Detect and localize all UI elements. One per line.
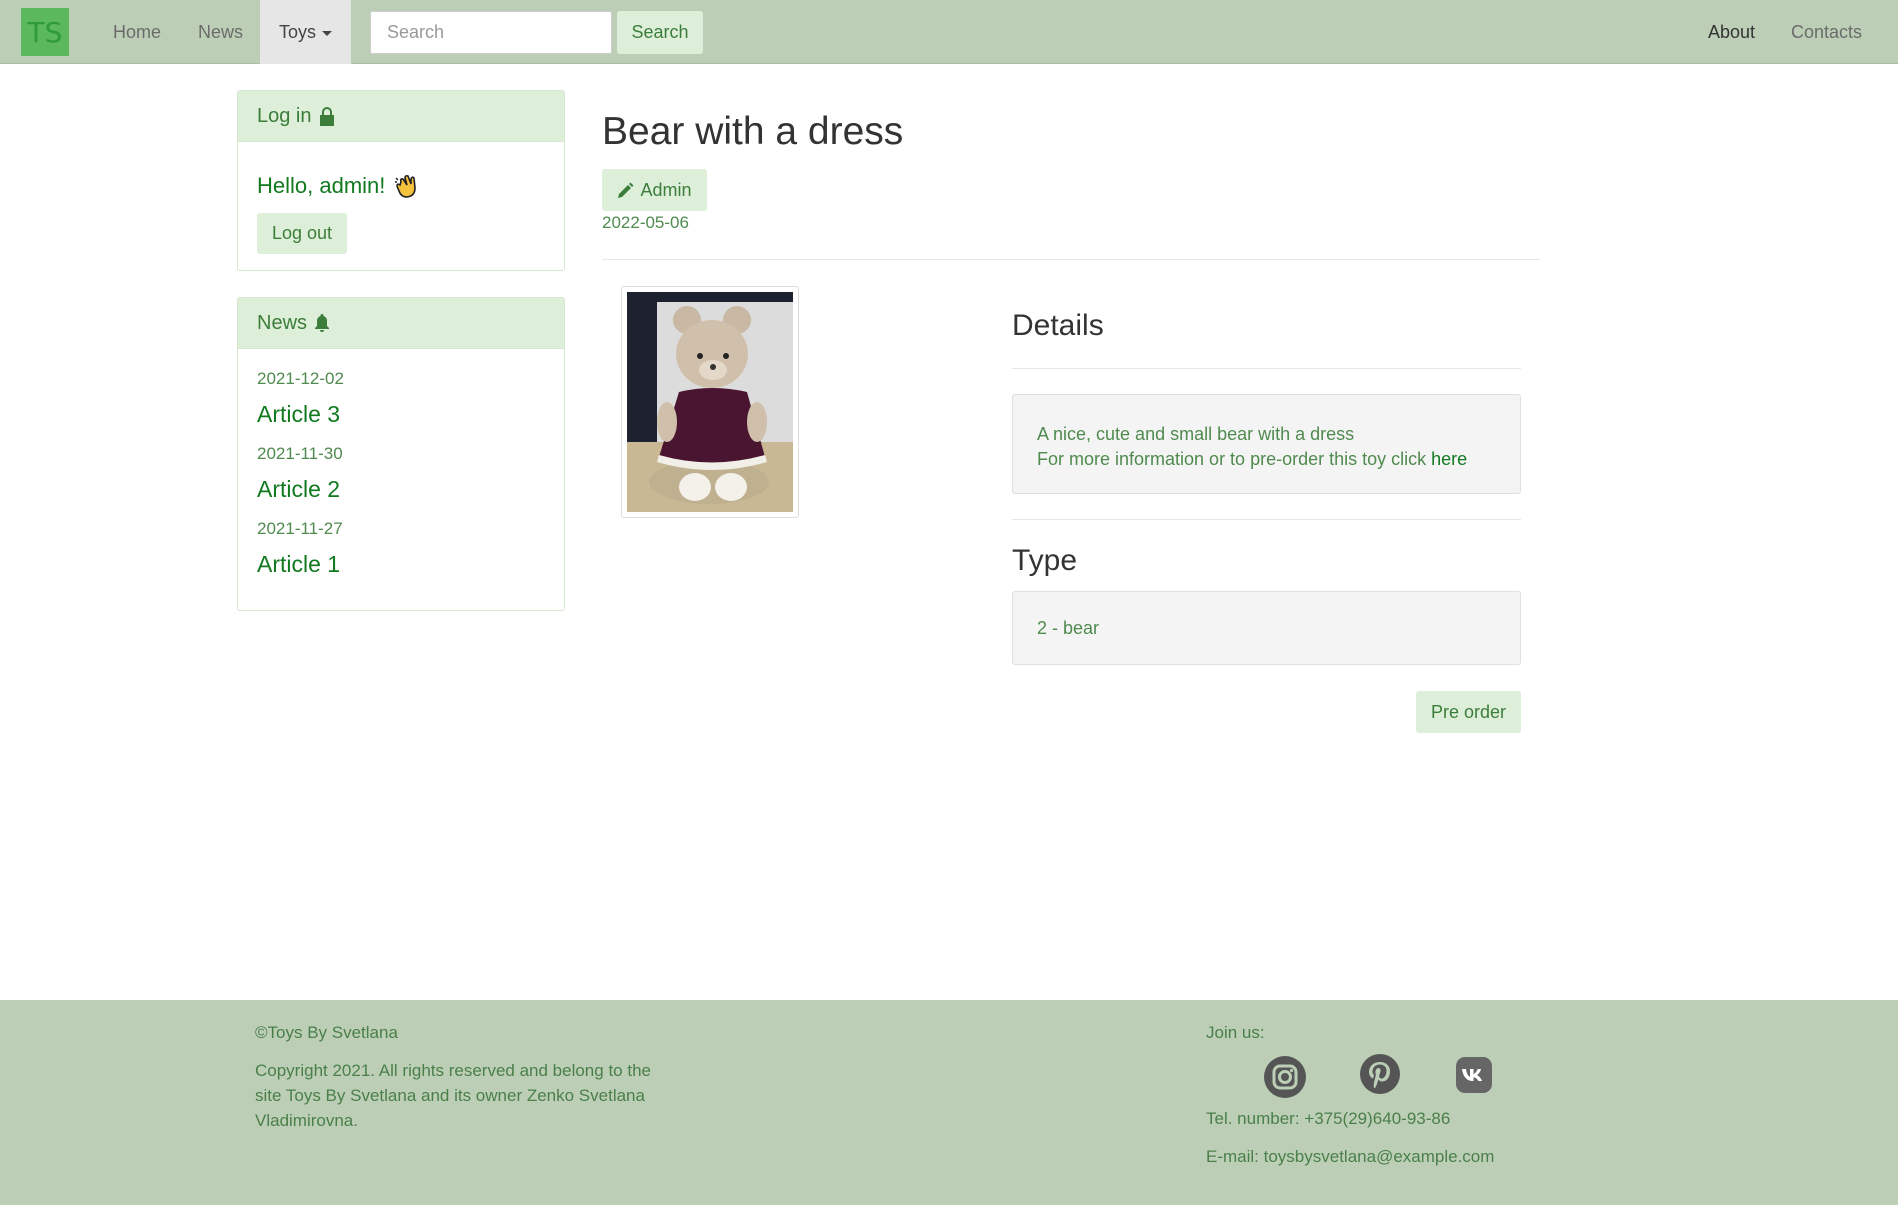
news-date: 2021-11-30: [257, 444, 343, 463]
admin-button[interactable]: Admin: [602, 169, 707, 211]
lock-icon: [319, 107, 334, 126]
nav-about-link[interactable]: About: [1708, 0, 1755, 64]
description-text: For more information or to pre-order thi…: [1037, 449, 1427, 469]
vk-icon[interactable]: [1456, 1057, 1492, 1093]
footer-email[interactable]: E-mail: toysbysvetlana@example.com: [1206, 1144, 1494, 1169]
preorder-button[interactable]: Pre order: [1416, 691, 1521, 733]
search-input[interactable]: [370, 11, 612, 54]
caret-down-icon: [322, 30, 333, 36]
news-date: 2021-11-27: [257, 519, 343, 538]
details-heading: Details: [1012, 309, 1104, 342]
description-box: A nice, cute and small bear with a dress…: [1012, 394, 1521, 494]
nav-toys-dropdown[interactable]: Toys: [260, 0, 351, 64]
nav-toys-label: Toys: [279, 22, 317, 42]
news-panel-header: News: [238, 298, 564, 349]
login-panel: Log in Hello, admin! Log out: [237, 90, 565, 271]
divider: [1012, 368, 1521, 369]
description-line-1: A nice, cute and small bear with a dress: [1037, 424, 1355, 444]
nav-contacts-link[interactable]: Contacts: [1791, 0, 1862, 64]
copyright-line: Copyright 2021. All rights reserved and …: [255, 1061, 651, 1080]
admin-button-label: Admin: [640, 179, 692, 200]
footer-tel: Tel. number: +375(29)640-93-86: [1206, 1109, 1451, 1128]
search-button[interactable]: Search: [617, 11, 703, 54]
footer-join-us: Join us:: [1206, 1023, 1265, 1042]
type-box: 2 - bear: [1012, 591, 1521, 665]
footer-copyright-text: Copyright 2021. All rights reserved and …: [255, 1058, 651, 1133]
divider: [1012, 519, 1521, 520]
toy-title: Bear with a dress: [602, 110, 904, 153]
toy-thumbnail[interactable]: [621, 286, 799, 518]
news-article-link[interactable]: Article 3: [257, 401, 545, 431]
nav-news-link[interactable]: News: [198, 0, 243, 64]
greeting-text: Hello, admin!: [257, 172, 545, 200]
news-panel-title: News: [257, 311, 308, 334]
type-heading: Type: [1012, 544, 1078, 577]
toy-date: 2022-05-06: [602, 213, 689, 232]
instagram-icon[interactable]: [1263, 1055, 1307, 1099]
toy-photo: [627, 292, 797, 512]
login-panel-title: Log in: [257, 104, 312, 127]
site-logo[interactable]: TS: [21, 8, 69, 56]
nav-home-link[interactable]: Home: [113, 0, 161, 64]
type-value: 2 - bear: [1037, 617, 1100, 638]
top-navbar: TS Home News Toys Search About Contacts: [0, 0, 1898, 64]
news-article-link[interactable]: Article 2: [257, 476, 545, 506]
footer-copyright-title: ©Toys By Svetlana: [255, 1023, 398, 1042]
waving-hand-icon: [395, 174, 417, 198]
greeting-label: Hello, admin!: [257, 173, 386, 198]
logout-button[interactable]: Log out: [257, 213, 347, 254]
description-line-2: For more information or to pre-order thi…: [1037, 447, 1496, 472]
more-info-link[interactable]: here: [1431, 449, 1467, 469]
copyright-line: site Toys By Svetlana and its owner Zenk…: [255, 1086, 645, 1105]
login-panel-header: Log in: [238, 91, 564, 142]
pinterest-icon[interactable]: [1359, 1053, 1401, 1095]
footer: ©Toys By Svetlana Copyright 2021. All ri…: [0, 1000, 1898, 1205]
news-date: 2021-12-02: [257, 369, 344, 388]
pencil-icon: [618, 182, 634, 198]
copyright-line: Vladimirovna.: [255, 1111, 358, 1130]
divider: [602, 259, 1540, 260]
bell-icon: [315, 314, 330, 332]
news-panel: News 2021-12-02 Article 3 2021-11-30 Art…: [237, 297, 565, 611]
news-article-link[interactable]: Article 1: [257, 551, 545, 581]
